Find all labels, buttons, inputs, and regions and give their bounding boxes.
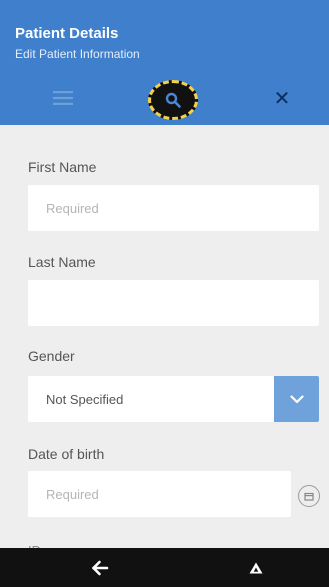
date-of-birth-label: Date of birth [28, 446, 105, 462]
date-picker-button[interactable] [298, 485, 320, 507]
back-button[interactable] [88, 557, 112, 579]
navigation-bar [0, 548, 329, 587]
gender-select[interactable]: Not Specified [28, 376, 274, 422]
home-button[interactable] [245, 557, 267, 579]
last-name-label: Last Name [28, 254, 96, 270]
search-button[interactable] [148, 80, 198, 120]
home-triangle-icon [249, 562, 263, 574]
gender-label: Gender [28, 348, 75, 364]
close-icon[interactable]: ✕ [268, 83, 296, 113]
back-arrow-icon [92, 560, 109, 576]
first-name-label: First Name [28, 159, 97, 175]
calendar-icon [304, 492, 314, 501]
list-icon[interactable] [45, 83, 81, 113]
gender-dropdown-button[interactable] [274, 376, 319, 422]
patient-form: First Name Required Last Name Gender Not… [0, 125, 329, 548]
page-title: Patient Details [15, 25, 119, 42]
page-subtitle: Edit Patient Information [15, 47, 140, 61]
search-icon [165, 92, 181, 108]
date-of-birth-field[interactable]: Required [28, 471, 291, 517]
first-name-field[interactable]: Required [28, 185, 319, 231]
header: Patient Details Edit Patient Information… [0, 0, 329, 125]
last-name-field[interactable] [28, 280, 319, 326]
chevron-down-icon [289, 394, 304, 403]
